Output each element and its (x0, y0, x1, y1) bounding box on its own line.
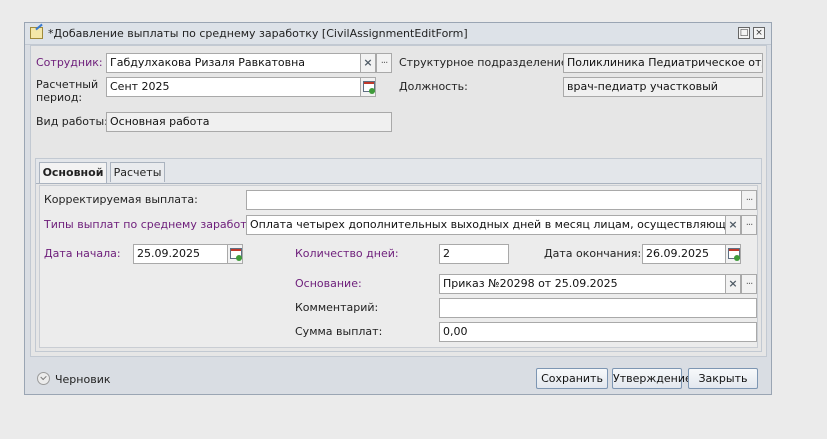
close-window-icon[interactable]: × (753, 27, 765, 39)
period-label-line1: Расчетный (36, 78, 99, 91)
employee-select-icon[interactable]: ... (376, 53, 392, 73)
department-field: Поликлиника Педиатрическое отдел (563, 53, 763, 73)
employee-clear-icon[interactable]: × (360, 53, 376, 73)
employee-field[interactable]: Габдулхакова Ризаля Равкатовна (106, 53, 361, 73)
tab-main-content: Корректируемая выплата: ... Типы выплат … (39, 185, 758, 348)
basis-field[interactable]: Приказ №20298 от 25.09.2025 (439, 274, 726, 294)
status-text: Черновик (55, 373, 111, 386)
close-button[interactable]: Закрыть (688, 368, 758, 389)
sum-field[interactable]: 0,00 (439, 322, 757, 342)
corrected-payment-select-icon[interactable]: ... (741, 190, 757, 210)
tab-panel: Основной Расчеты Корректируемая выплата:… (35, 158, 762, 352)
period-field[interactable]: Сент 2025 (106, 77, 361, 97)
edit-form-window: *Добавление выплаты по среднему заработк… (24, 22, 772, 395)
basis-select-icon[interactable]: ... (741, 274, 757, 294)
position-field: врач-педиатр участковый (563, 77, 763, 97)
sum-label: Сумма выплат: (295, 325, 383, 338)
end-date-label: Дата окончания: (544, 247, 642, 260)
end-date-field[interactable]: 26.09.2025 (642, 244, 726, 264)
position-label: Должность: (399, 80, 468, 93)
department-label: Структурное подразделение: (399, 56, 572, 69)
comment-field[interactable] (439, 298, 757, 318)
status-check-icon (37, 372, 50, 385)
period-calendar-icon[interactable] (360, 77, 376, 97)
basis-clear-icon[interactable]: × (725, 274, 741, 294)
form-body: Сотрудник: Габдулхакова Ризаля Равкатовн… (30, 45, 767, 357)
window-title: *Добавление выплаты по среднему заработк… (48, 27, 468, 40)
title-bar: *Добавление выплаты по среднему заработк… (25, 23, 771, 45)
tab-main[interactable]: Основной (39, 162, 107, 183)
payment-types-select-icon[interactable]: ... (741, 215, 757, 235)
days-count-label: Количество дней: (295, 247, 399, 260)
corrected-payment-label: Корректируемая выплата: (44, 193, 198, 206)
start-date-field[interactable]: 25.09.2025 (133, 244, 228, 264)
start-date-calendar-icon[interactable] (227, 244, 243, 264)
tab-calculations[interactable]: Расчеты (110, 162, 165, 182)
start-date-label: Дата начала: (44, 247, 121, 260)
work-type-field: Основная работа (106, 112, 392, 132)
save-button[interactable]: Сохранить (536, 368, 608, 389)
form-edit-icon (30, 27, 43, 39)
days-count-field[interactable]: 2 (439, 244, 509, 264)
employee-label: Сотрудник: (36, 56, 103, 69)
payment-types-label: Типы выплат по среднему заработку: (44, 218, 264, 231)
approve-button[interactable]: Утверждение (612, 368, 692, 389)
comment-label: Комментарий: (295, 301, 379, 314)
tab-strip: Основной Расчеты (36, 159, 761, 184)
payment-types-field[interactable]: Оплата четырех дополнительных выходных д… (246, 215, 726, 235)
basis-label: Основание: (295, 277, 362, 290)
corrected-payment-field[interactable] (246, 190, 742, 210)
period-label-line2: период: (36, 91, 83, 104)
maximize-icon[interactable]: □ (738, 27, 750, 39)
end-date-calendar-icon[interactable] (725, 244, 741, 264)
work-type-label: Вид работы: (36, 115, 108, 128)
payment-types-clear-icon[interactable]: × (725, 215, 741, 235)
